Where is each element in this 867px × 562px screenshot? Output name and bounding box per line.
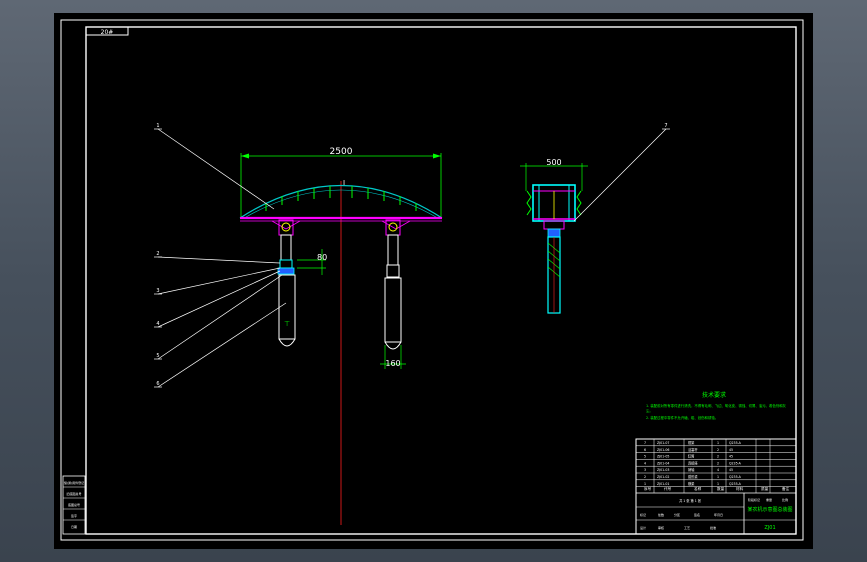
parts-cell-code: ZJ01-02 (657, 475, 669, 479)
parts-cell-no: 6 (644, 448, 646, 452)
svg-text:处数: 处数 (658, 512, 664, 517)
svg-text:备注: 备注 (782, 486, 790, 491)
parts-cell-code: ZJ01-04 (657, 461, 669, 465)
parts-cell-code: ZJ01-06 (657, 448, 669, 452)
svg-text:旧底图总号: 旧底图总号 (66, 491, 81, 496)
parts-cell-qty: 2 (717, 461, 719, 465)
svg-text:签字: 签字 (71, 513, 77, 518)
parts-cell-material: Q235-A (729, 461, 742, 465)
svg-text:比例: 比例 (782, 497, 788, 502)
notes-title: 技术要求 (702, 391, 726, 399)
svg-text:数量: 数量 (717, 486, 725, 491)
leader-label-7: 7 (664, 123, 667, 129)
parts-cell-material: Q235-A (729, 482, 742, 486)
parts-cell-material: 45 (729, 455, 733, 459)
right-cylinder (384, 277, 402, 343)
svg-text:批准: 批准 (710, 525, 716, 530)
svg-text:质量: 质量 (761, 486, 769, 491)
dim-160-text: 160 (385, 359, 400, 368)
svg-text:标记: 标记 (640, 512, 646, 517)
leader-label-1: 1 (156, 123, 159, 129)
right-support (384, 219, 402, 350)
parts-cell-code: ZJ01-05 (657, 455, 669, 459)
parts-cell-no: 4 (644, 461, 646, 465)
svg-text:阶段标记: 阶段标记 (748, 497, 760, 502)
technical-notes: 技术要求 1. 装配前对所有零件进行清洗，不得有毛刺、飞边、氧化皮、锈蚀、切屑、… (646, 391, 787, 420)
leader-label-2: 2 (156, 251, 159, 257)
notes-line-1: 1. 装配前对所有零件进行清洗，不得有毛刺、飞边、氧化皮、锈蚀、切屑、油污、着色… (646, 403, 787, 408)
svg-text:序号: 序号 (644, 486, 652, 491)
parts-cell-name: 销轴 (688, 467, 694, 472)
dim-80-text: 80 (317, 253, 327, 262)
leader-label-5: 5 (156, 353, 159, 359)
parts-cell-qty: 1 (717, 482, 719, 486)
svg-text:重量: 重量 (766, 497, 772, 502)
cad-drawing: 20# 借(通)用件登记 旧底图总号 底图总号 签字 日期 2500 I ⊤ 8… (60, 19, 804, 541)
parts-cell-name: 缸筒 (688, 454, 694, 459)
dim-500-text: 500 (546, 158, 561, 167)
parts-cell-qty: 1 (717, 475, 719, 479)
dim-2500-text: 2500 (330, 147, 353, 157)
parts-cell-qty: 2 (717, 455, 719, 459)
parts-cell-material: Q235-A (729, 475, 742, 479)
svg-text:名称: 名称 (694, 486, 702, 491)
title-block: 7 ZJ01-07 框架 1 Q235-A 6 ZJ01-06 活塞杆 2 45 5 ZJ01-05 缸… (635, 438, 797, 535)
svg-text:设计: 设计 (640, 525, 646, 530)
parts-cell-name: 弧形梁 (688, 474, 698, 479)
parts-cell-no: 1 (644, 482, 646, 486)
svg-text:借(通)用件登记: 借(通)用件登记 (64, 480, 84, 485)
parts-cell-qty: 1 (717, 441, 719, 445)
leader-label-3: 3 (156, 288, 159, 294)
svg-text:⊤: ⊤ (284, 320, 290, 328)
parts-cell-code: ZJ01-07 (657, 441, 669, 445)
sheet-tag: 20# (101, 29, 114, 36)
left-cylinder (278, 274, 296, 340)
svg-text:日期: 日期 (71, 524, 77, 529)
svg-text:材料: 材料 (736, 486, 744, 491)
parts-cell-name: 横梁 (688, 481, 695, 486)
left-support: ⊤ (277, 219, 296, 347)
svg-text:工艺: 工艺 (684, 525, 690, 530)
parts-cell-no: 7 (644, 441, 646, 445)
parts-cell-material: 45 (729, 468, 733, 472)
sheet-info: 共 1 张 第 1 张 (679, 498, 702, 503)
svg-text:签名: 签名 (694, 512, 700, 517)
dim-500: 500 (520, 158, 588, 191)
parts-cell-material: Q235-A (729, 441, 742, 445)
side-view: 500 7 (520, 123, 670, 314)
svg-text:审核: 审核 (658, 525, 664, 530)
left-margin-strip: 借(通)用件登记 旧底图总号 底图总号 签字 日期 (62, 475, 86, 535)
parts-cell-name: 框架 (688, 440, 695, 445)
notes-line-2: 2. 装配过程中零件不允许磕、碰、划伤和锈蚀。 (646, 415, 718, 420)
parts-cell-name: 活塞杆 (688, 447, 698, 452)
svg-text:分区: 分区 (674, 512, 680, 517)
svg-text:年月日: 年月日 (714, 512, 723, 517)
leader-label-6: 6 (156, 381, 159, 387)
leader-label-4: 4 (156, 321, 159, 327)
svg-text:底图总号: 底图总号 (68, 502, 80, 507)
parts-cell-qty: 2 (717, 448, 719, 452)
parts-cell-qty: 4 (717, 468, 719, 472)
drawing-name: 某农机示意图总装图 (747, 506, 792, 513)
parts-cell-no: 3 (644, 468, 646, 472)
drawing-code: ZJ01 (764, 525, 775, 531)
notes-line-1-cont: 尘。 (646, 408, 653, 413)
parts-cell-material: 45 (729, 448, 733, 452)
parts-cell-code: ZJ01-03 (657, 468, 669, 472)
parts-cell-name: 连接座 (688, 460, 698, 465)
parts-cell-no: 5 (644, 455, 646, 459)
parts-cell-code: ZJ01-01 (657, 482, 669, 486)
parts-cell-no: 2 (644, 475, 646, 479)
front-leaders (154, 128, 287, 388)
cad-viewport[interactable]: 20# 借(通)用件登记 旧底图总号 底图总号 签字 日期 2500 I ⊤ 8… (54, 13, 813, 549)
section-mark: I (343, 179, 345, 187)
dim-80: 80 (297, 249, 327, 275)
front-view: 2500 I ⊤ 80 160 1 2 3 4 5 6 (154, 123, 443, 525)
svg-text:代号: 代号 (664, 486, 672, 491)
